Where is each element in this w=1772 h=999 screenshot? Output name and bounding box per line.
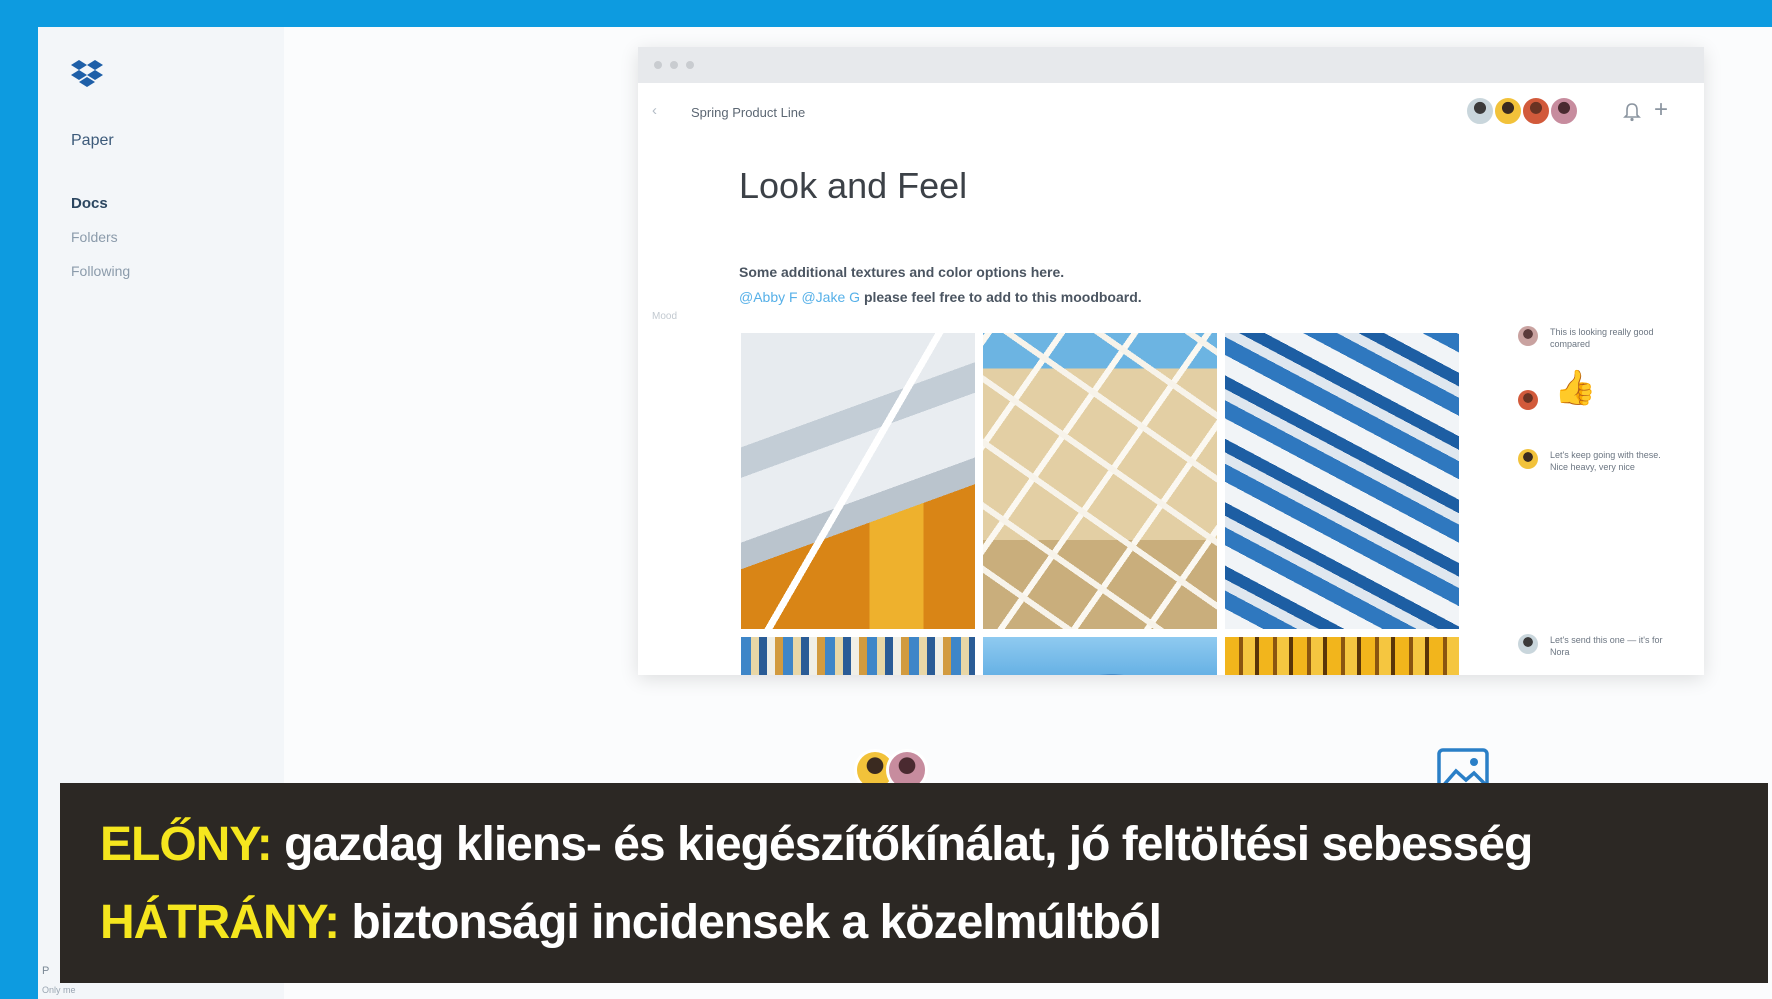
mention-link[interactable]: @Abby F [739,289,798,305]
dropbox-logo-icon[interactable] [70,59,104,91]
pro-text: gazdag kliens- és kiegészítőkínálat, jó … [284,818,1533,871]
mention-link[interactable]: @Jake G [801,289,860,305]
con-label: HÁTRÁNY: [100,896,340,949]
avatar [1518,326,1538,346]
window-titlebar [638,47,1704,83]
con-text: biztonsági incidensek a közelmúltból [351,896,1161,949]
footer-label: P [42,965,50,977]
pro-label: ELŐNY: [100,818,273,871]
plus-icon[interactable]: + [1654,96,1668,124]
window-close-dot[interactable] [654,61,662,69]
window-minimize-dot[interactable] [670,61,678,69]
moodboard-image-blue-shadows[interactable] [1225,333,1459,629]
moodboard-image-mosaic[interactable] [741,637,975,675]
avatar [1518,634,1538,654]
doc-header: ‹ Spring Product Line + [638,83,1704,139]
paper-app-window: ‹ Spring Product Line + Look and Feel So… [638,47,1704,675]
breadcrumb[interactable]: Spring Product Line [691,105,805,120]
footer-sub: Only me [42,985,76,995]
bell-icon[interactable] [1621,101,1643,123]
doc-mention-line[interactable]: @Abby F @Jake G please feel free to add … [739,289,1142,305]
doc-text-line[interactable]: Some additional textures and color optio… [739,264,1064,280]
sidebar-item-folders[interactable]: Folders [71,229,118,245]
app-name[interactable]: Paper [71,132,114,150]
sidebar-item-docs[interactable]: Docs [71,195,108,212]
avatar [1518,449,1538,469]
comment-text: This is looking really good compared [1550,327,1654,349]
sidebar-item-following[interactable]: Following [71,263,130,279]
section-side-label: Mood [652,311,678,322]
comment-text: Let's keep going with these. Nice heavy,… [1550,450,1661,472]
avatar[interactable] [1521,96,1551,126]
thumbs-up-icon: 👍 [1554,369,1597,407]
moodboard-image-bottles[interactable] [1225,637,1459,675]
verdict-banner: ELŐNY: gazdag kliens- és kiegészítőkínál… [60,783,1768,983]
back-arrow-icon[interactable]: ‹ [652,103,657,119]
comment-text: Let's send this one — it's for Nora [1550,635,1663,657]
doc-title[interactable]: Look and Feel [739,165,967,207]
moodboard-image-sky[interactable] [983,637,1217,675]
avatar[interactable] [1549,96,1579,126]
avatar [1518,390,1538,410]
doc-text-rest: please feel free to add to this moodboar… [863,289,1142,305]
avatar[interactable] [1493,96,1523,126]
moodboard-image-orange-stairs[interactable] [741,333,975,629]
pro-line: ELŐNY: gazdag kliens- és kiegészítőkínál… [100,817,1533,872]
con-line: HÁTRÁNY: biztonsági incidensek a közelmú… [100,895,1162,950]
moodboard-image-canopy[interactable] [983,333,1217,629]
avatar[interactable] [1465,96,1495,126]
window-maximize-dot[interactable] [686,61,694,69]
